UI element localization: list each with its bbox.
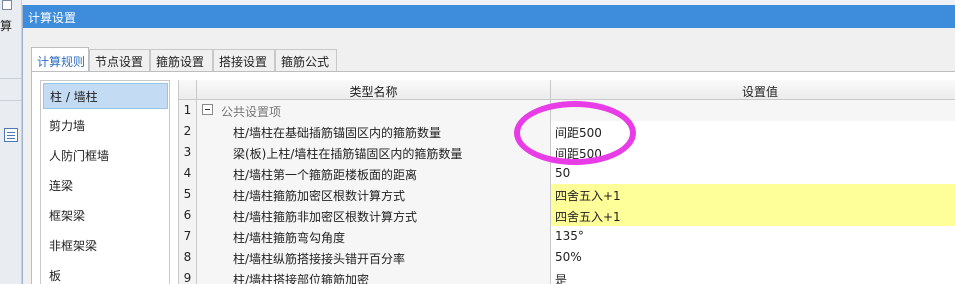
row-name: 柱/墙柱箍筋非加密区根数计算方式 [197, 205, 551, 226]
table-row[interactable]: 7 柱/墙柱箍筋弯勾角度 135° [179, 226, 955, 247]
calc-settings-dialog: 计算设置 计算规则 节点设置 箍筋设置 搭接设置 箍筋公式 柱 / 墙柱 剪力墙… [22, 5, 955, 284]
table-row[interactable]: 6 柱/墙柱箍筋非加密区根数计算方式 四舍五入+1 [179, 205, 955, 226]
category-item-shear-wall[interactable]: 剪力墙 [43, 113, 168, 139]
type-name-header: 类型名称 [197, 80, 551, 100]
category-item-frame-beam[interactable]: 框架梁 [43, 203, 168, 229]
table-row[interactable]: 2 柱/墙柱在基础插筋锚固区内的箍筋数量 间距500 [179, 121, 955, 142]
background-menu-label[interactable]: 算 [0, 17, 12, 34]
row-value[interactable]: 四舍五入+1 [551, 205, 955, 226]
row-value [551, 100, 955, 121]
table-row[interactable]: 1 公共设置项 [179, 100, 955, 121]
row-name: 柱/墙柱箍筋弯勾角度 [197, 226, 551, 247]
divider [0, 78, 22, 79]
table-row[interactable]: 9 柱/墙柱搭接部位箍筋加密 是 [179, 268, 955, 284]
category-item-coupling-beam[interactable]: 连梁 [43, 173, 168, 199]
row-value[interactable]: 是 [551, 268, 955, 284]
table-row[interactable]: 5 柱/墙柱箍筋加密区根数计算方式 四舍五入+1 [179, 184, 955, 205]
row-name: 柱/墙柱在基础插筋锚固区内的箍筋数量 [197, 121, 551, 142]
row-name: 公共设置项 [197, 100, 551, 121]
document-icon[interactable] [2, 0, 12, 10]
row-name: 柱/墙柱箍筋加密区根数计算方式 [197, 184, 551, 205]
tab-calc-rules[interactable]: 计算规则 [31, 47, 89, 72]
tab-content: 柱 / 墙柱 剪力墙 人防门框墙 连梁 框架梁 非框架梁 板 类型名称 设置值 … [31, 72, 955, 284]
row-name: 柱/墙柱纵筋搭接接头错开百分率 [197, 247, 551, 268]
tab-lap-settings[interactable]: 搭接设置 [213, 49, 275, 71]
dialog-title: 计算设置 [28, 11, 77, 25]
category-list: 柱 / 墙柱 剪力墙 人防门框墙 连梁 框架梁 非框架梁 板 [40, 80, 170, 284]
category-item-non-frame-beam[interactable]: 非框架梁 [43, 233, 168, 259]
row-number: 5 [179, 184, 197, 205]
collapse-icon[interactable] [202, 104, 213, 115]
row-value[interactable]: 间距500 [551, 121, 955, 142]
row-number: 4 [179, 163, 197, 184]
row-number: 1 [179, 100, 197, 121]
group-label: 公共设置项 [221, 105, 282, 119]
setting-value-header: 设置值 [741, 85, 778, 99]
divider [0, 100, 22, 101]
category-item-slab[interactable]: 板 [43, 263, 168, 284]
row-number: 8 [179, 247, 197, 268]
row-number: 7 [179, 226, 197, 247]
row-name: 柱/墙柱搭接部位箍筋加密 [197, 268, 551, 284]
row-value[interactable]: 135° [551, 226, 955, 247]
row-name: 梁(板)上柱/墙柱在插筋锚固区内的箍筋数量 [197, 142, 551, 163]
row-value[interactable]: 间距500 [551, 142, 955, 163]
list-view-icon[interactable] [4, 128, 18, 142]
table-row[interactable]: 3 梁(板)上柱/墙柱在插筋锚固区内的箍筋数量 间距500 [179, 142, 955, 163]
row-number: 9 [179, 268, 197, 284]
category-item-column[interactable]: 柱 / 墙柱 [43, 83, 168, 109]
tab-stirrup-settings[interactable]: 箍筋设置 [150, 49, 213, 71]
row-value[interactable]: 50 [551, 163, 955, 184]
table-row[interactable]: 8 柱/墙柱纵筋搭接接头错开百分率 50% [179, 247, 955, 268]
row-number: 2 [179, 121, 197, 142]
background-app-sidebar: 算 [0, 0, 22, 284]
table-row[interactable]: 4 柱/墙柱第一个箍筋距楼板面的距离 50 [179, 163, 955, 184]
dialog-titlebar[interactable]: 计算设置 [23, 5, 955, 28]
table-header: 类型名称 设置值 [179, 80, 955, 100]
row-value[interactable]: 四舍五入+1 [551, 184, 955, 205]
row-name: 柱/墙柱第一个箍筋距楼板面的距离 [197, 163, 551, 184]
row-number-header [179, 80, 197, 100]
row-value[interactable]: 50% [551, 247, 955, 268]
settings-table: 类型名称 设置值 1 公共设置项 2 柱/墙柱在基础插筋锚固区内的箍筋数量 间距… [178, 80, 955, 284]
row-number: 6 [179, 205, 197, 226]
row-number: 3 [179, 142, 197, 163]
category-item-civil-defense-door[interactable]: 人防门框墙 [43, 143, 168, 169]
tab-stirrup-formula[interactable]: 箍筋公式 [275, 49, 337, 71]
tab-node-settings[interactable]: 节点设置 [89, 49, 150, 71]
